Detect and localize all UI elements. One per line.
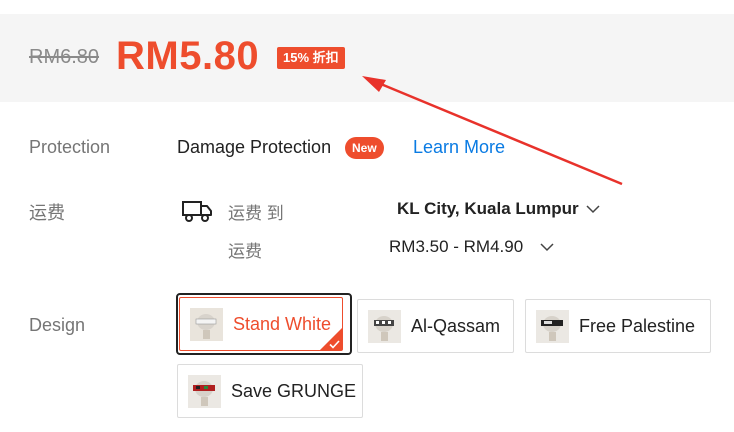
design-option-label: Al-Qassam (411, 316, 501, 336)
design-option-al-qassam[interactable]: Al-Qassam (357, 299, 514, 353)
product-thumbnail (188, 375, 221, 408)
shipping-fee-dropdown[interactable]: RM3.50 - RM4.90 (389, 237, 523, 257)
product-thumbnail (190, 308, 223, 341)
protection-label: Protection (29, 137, 111, 157)
design-option-label: Free Palestine (579, 316, 696, 336)
shipping-destination-dropdown[interactable]: KL City, Kuala Lumpur (397, 199, 579, 219)
new-badge: New (345, 137, 384, 159)
shipping-to-label: 运费 到 (228, 204, 284, 223)
chevron-down-icon[interactable] (586, 203, 600, 215)
design-option-label: Stand White (233, 314, 332, 334)
product-thumbnail (536, 310, 569, 343)
checkmark-icon (329, 340, 340, 349)
design-option-save-grunge[interactable]: Save GRUNGE (177, 364, 363, 418)
design-option-label: Save GRUNGE (231, 381, 357, 401)
design-option-stand-white[interactable]: Stand White (179, 297, 343, 351)
design-label: Design (29, 315, 86, 335)
protection-name: Damage Protection (177, 137, 332, 157)
chevron-down-icon[interactable] (540, 241, 554, 253)
original-price: RM6.80 (29, 46, 100, 68)
truck-icon (182, 201, 212, 222)
shipping-fee-label: 运费 (228, 242, 262, 261)
discount-badge: 15% 折扣 (277, 47, 345, 69)
product-thumbnail (368, 310, 401, 343)
design-option-free-palestine[interactable]: Free Palestine (525, 299, 711, 353)
price-section (0, 14, 734, 102)
learn-more-link[interactable]: Learn More (413, 137, 505, 158)
current-price: RM5.80 (116, 34, 260, 78)
shipping-label: 运费 (29, 203, 65, 223)
